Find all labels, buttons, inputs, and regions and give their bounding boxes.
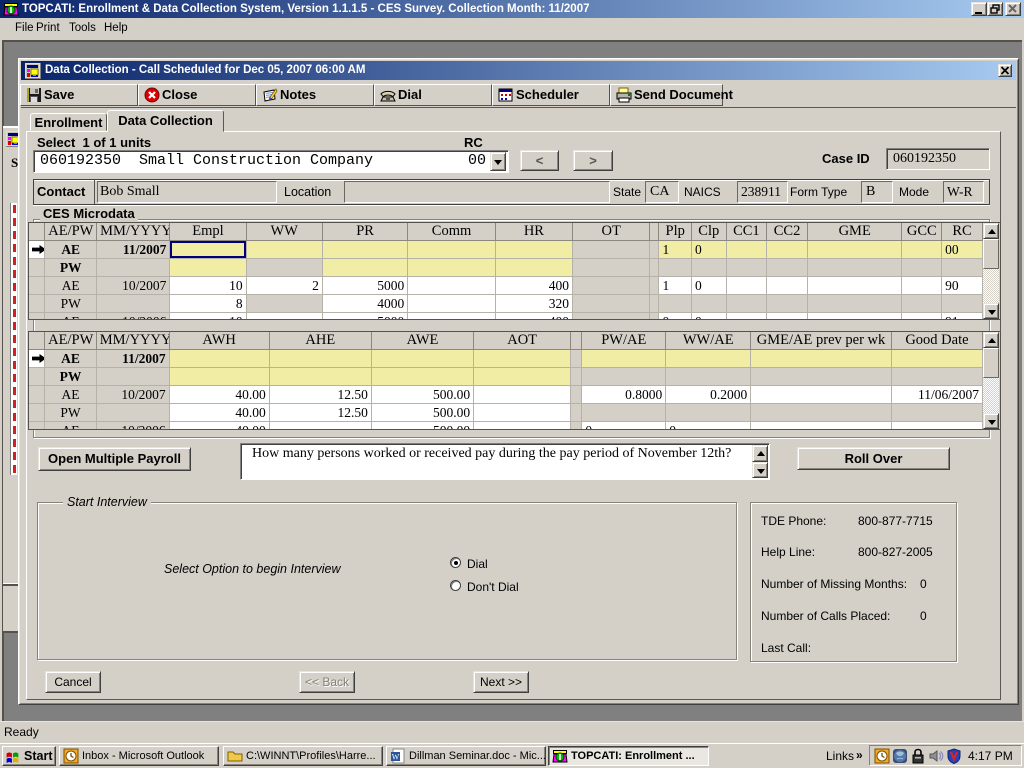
svg-text:W: W	[392, 753, 400, 762]
